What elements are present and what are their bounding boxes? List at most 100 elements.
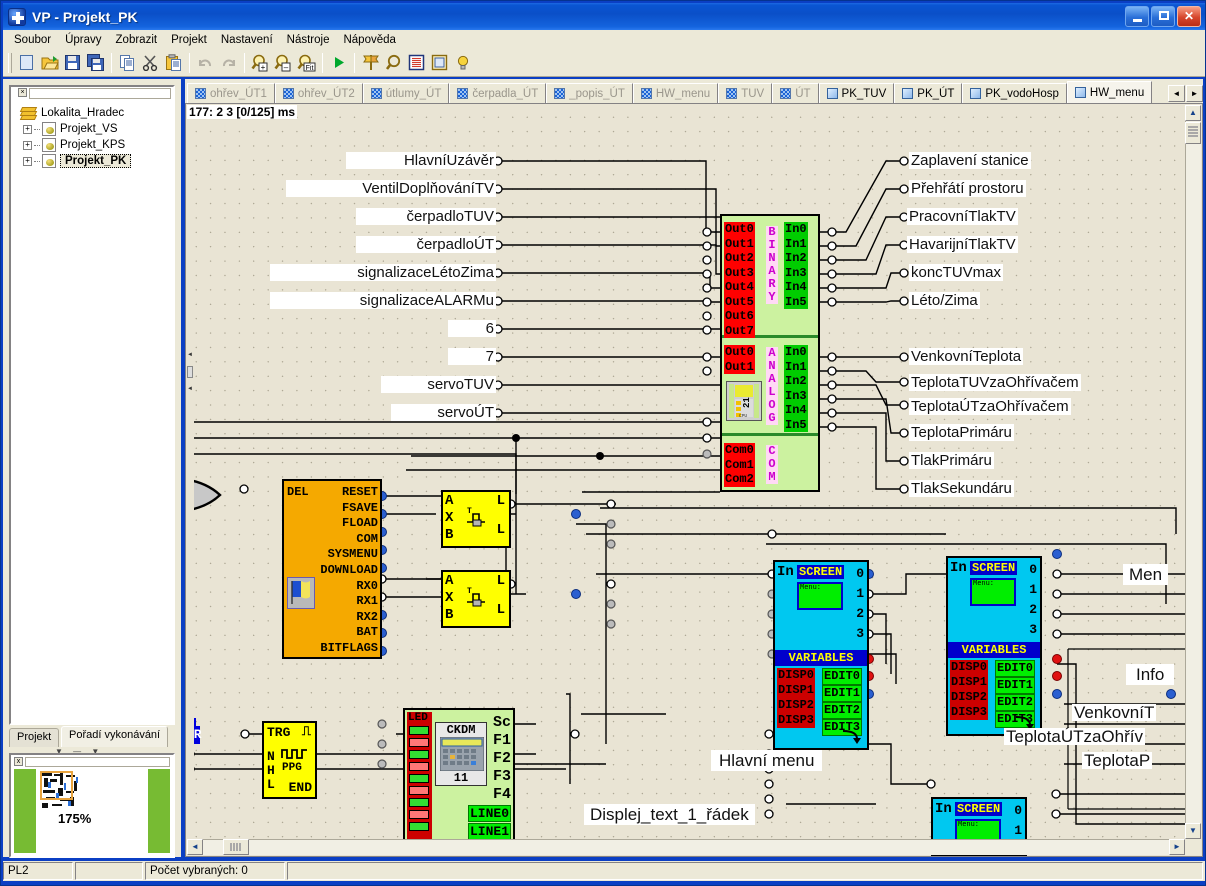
- menu-nastaveni[interactable]: Nastavení: [214, 32, 280, 48]
- screen2-disp-column[interactable]: DISP0 DISP1 DISP2 DISP3: [950, 660, 989, 720]
- input-label-4[interactable]: signalizaceLétoZima: [270, 264, 496, 281]
- diagram-canvas[interactable]: 177: 2 3 [0/125] ms HlavníUzávěr VentilD…: [186, 104, 1188, 856]
- output-label-b1[interactable]: Přehřátí prostoru: [909, 180, 1026, 197]
- input-label-6[interactable]: 6: [448, 320, 496, 337]
- doc-tab-ut[interactable]: ÚT: [772, 83, 819, 103]
- copy-icon[interactable]: [116, 52, 139, 74]
- minimap-close-icon[interactable]: x: [14, 757, 23, 766]
- output-label-b5[interactable]: Léto/Zima: [909, 292, 980, 309]
- free-label-teplotaut[interactable]: TeplotaÚTzaOhřív: [1004, 728, 1145, 745]
- output-label-a0[interactable]: VenkovníTeplota: [909, 348, 1024, 365]
- doc-tab-hw-menu-1[interactable]: HW_menu: [632, 83, 719, 103]
- tree-close-icon[interactable]: ×: [18, 88, 27, 97]
- output-label-b2[interactable]: PracovníTlakTV: [907, 208, 1018, 225]
- menu-nastroje[interactable]: Nástroje: [280, 32, 337, 48]
- minimap-canvas[interactable]: 175%: [14, 769, 170, 853]
- doc-tab-cerpadla-ut[interactable]: čerpadla_ÚT: [449, 83, 547, 103]
- doc-tab-hw-menu-active[interactable]: HW_menu: [1066, 81, 1153, 103]
- canvas-vscrollbar[interactable]: ▲ ▼: [1185, 105, 1201, 839]
- paste-icon[interactable]: [162, 52, 185, 74]
- save-all-icon[interactable]: [84, 52, 107, 74]
- tab-projekt[interactable]: Projekt: [9, 728, 60, 747]
- list-icon[interactable]: [405, 52, 428, 74]
- bulb-icon[interactable]: [451, 52, 474, 74]
- free-label-venkovnit[interactable]: VenkovníT: [1072, 704, 1157, 721]
- output-label-b3[interactable]: HavarijníTlakTV: [907, 236, 1018, 253]
- undo-icon[interactable]: [194, 52, 217, 74]
- flag-icon[interactable]: [359, 52, 382, 74]
- screen1-edit-column[interactable]: EDIT0 EDIT1 EDIT2 EDIT3: [822, 668, 863, 736]
- doc-tab-tuv[interactable]: TUV: [718, 83, 773, 103]
- plc-analog-outputs[interactable]: Out0 Out1: [724, 345, 755, 374]
- vscroll-up-button[interactable]: ▲: [1185, 105, 1201, 121]
- new-icon[interactable]: [15, 52, 38, 74]
- doc-tab-utlumy-ut[interactable]: útlumy_ÚT: [362, 83, 450, 103]
- input-label-1[interactable]: VentilDoplňováníTV: [286, 180, 496, 197]
- tree-item-lokalita[interactable]: Lokalita_Hradec: [19, 105, 171, 121]
- system-block[interactable]: DEL RESET FSAVE FLOAD COM SYSMENU DOWNLO…: [282, 479, 382, 659]
- output-label-a1[interactable]: TeplotaTUVzaOhřívačem: [909, 374, 1081, 391]
- tab-prev-button[interactable]: ◄: [1168, 85, 1185, 102]
- free-label-info[interactable]: Info: [1126, 664, 1175, 685]
- output-label-a4[interactable]: TlakPrimáru: [909, 452, 994, 469]
- screen2-numbers[interactable]: 0 1 2 3: [1029, 560, 1037, 640]
- free-label-displej-text[interactable]: Displej_text_1_řádek: [584, 804, 755, 825]
- input-label-3[interactable]: čerpadloÚT: [356, 236, 496, 253]
- toolbar-grip[interactable]: [8, 52, 12, 73]
- doc-tab-ohrev-ut1[interactable]: ohřev_ÚT1: [187, 83, 275, 103]
- canvas-hscrollbar[interactable]: ◄ ►: [187, 839, 1185, 855]
- menu-napoveda[interactable]: Nápověda: [336, 32, 402, 48]
- free-label-men[interactable]: Men: [1123, 564, 1169, 585]
- output-label-a3[interactable]: TeplotaPrimáru: [909, 424, 1014, 441]
- free-label-hlavni-menu[interactable]: Hlavní menu: [711, 750, 823, 771]
- latch-block-2[interactable]: A X B L L T: [441, 570, 511, 628]
- hscroll-right-button[interactable]: ►: [1169, 839, 1185, 855]
- doc-tab-popis-ut[interactable]: _popis_ÚT: [546, 83, 633, 103]
- input-label-5[interactable]: signalizaceALARMu: [270, 292, 496, 309]
- tab-poradi-vykonavani[interactable]: Pořadí vykonávání: [61, 726, 169, 747]
- save-icon[interactable]: [61, 52, 84, 74]
- tree-item-projekt-kps[interactable]: + Projekt_KPS: [19, 137, 171, 153]
- plc-binary-outputs[interactable]: Out0 Out1 Out2 Out3 Out4 Out5 Out6 Out7: [724, 222, 755, 338]
- hscroll-thumb[interactable]: [223, 839, 249, 855]
- tree-item-projekt-vs[interactable]: + Projekt_VS: [19, 121, 171, 137]
- screen1-numbers[interactable]: 0 1 2 3: [856, 564, 864, 644]
- maximize-button[interactable]: [1151, 6, 1175, 27]
- input-label-2[interactable]: čerpadloTUV: [356, 208, 496, 225]
- cut-icon[interactable]: [139, 52, 162, 74]
- zoom-fit-icon[interactable]: Fit: [295, 52, 318, 74]
- output-label-a5[interactable]: TlakSekundáru: [909, 480, 1014, 497]
- tree-item-projekt-pk[interactable]: + Projekt_PK: [19, 153, 171, 169]
- vscroll-down-button[interactable]: ▼: [1185, 823, 1201, 839]
- window-icon[interactable]: [428, 52, 451, 74]
- doc-tab-ohrev-ut2[interactable]: ohřev_ÚT2: [274, 83, 363, 103]
- input-label-8[interactable]: servoTUV: [381, 376, 496, 393]
- zoom-in-icon[interactable]: +: [249, 52, 272, 74]
- hscroll-left-button[interactable]: ◄: [187, 839, 203, 855]
- project-tree[interactable]: Lokalita_Hradec + Projekt_VS + Projekt_K…: [13, 101, 171, 721]
- plc-binary-inputs[interactable]: In0 In1 In2 In3 In4 In5: [784, 222, 808, 309]
- doc-tab-pk-tuv[interactable]: PK_TUV: [818, 83, 895, 103]
- output-label-b4[interactable]: koncTUVmax: [909, 264, 1004, 281]
- ckdm-block[interactable]: LED CKDM 11 Sc F1 F2 F3 F4 LINE0 LINE1: [403, 708, 515, 842]
- minimize-button[interactable]: [1125, 6, 1149, 27]
- input-label-7[interactable]: 7: [448, 348, 496, 365]
- redo-icon[interactable]: [217, 52, 240, 74]
- screen-block-2[interactable]: In SCREEN Menu: 0 1 2 3 VARIABLES DISP0 …: [946, 556, 1042, 736]
- ppg-block[interactable]: TRG ⎍ N H L END PPG: [262, 721, 317, 799]
- zoom-out-icon[interactable]: –: [272, 52, 295, 74]
- canvas-split-arrows[interactable]: ◄ ◄: [186, 104, 194, 842]
- latch-block-1[interactable]: A X B L L T: [441, 490, 511, 548]
- screen1-disp-column[interactable]: DISP0 DISP1 DISP2 DISP3: [777, 668, 816, 728]
- plc-com-ports[interactable]: Com0 Com1 Com2: [724, 443, 755, 487]
- open-icon[interactable]: [38, 52, 61, 74]
- minimap-viewport[interactable]: [40, 771, 73, 800]
- output-label-a2[interactable]: TeplotaÚTzaOhřívačem: [909, 398, 1071, 415]
- tab-next-button[interactable]: ►: [1186, 85, 1203, 102]
- menu-soubor[interactable]: Soubor: [7, 32, 58, 48]
- plc-module[interactable]: Out0 Out1 Out2 Out3 Out4 Out5 Out6 Out7 …: [720, 214, 820, 492]
- doc-tab-pk-ut[interactable]: PK_ÚT: [894, 83, 963, 103]
- menu-zobrazit[interactable]: Zobrazit: [109, 32, 165, 48]
- screen-block-1[interactable]: In SCREEN Menu: 0 1 2 3 VARIABLES DISP0 …: [773, 560, 869, 750]
- menu-upravy[interactable]: Úpravy: [58, 32, 108, 48]
